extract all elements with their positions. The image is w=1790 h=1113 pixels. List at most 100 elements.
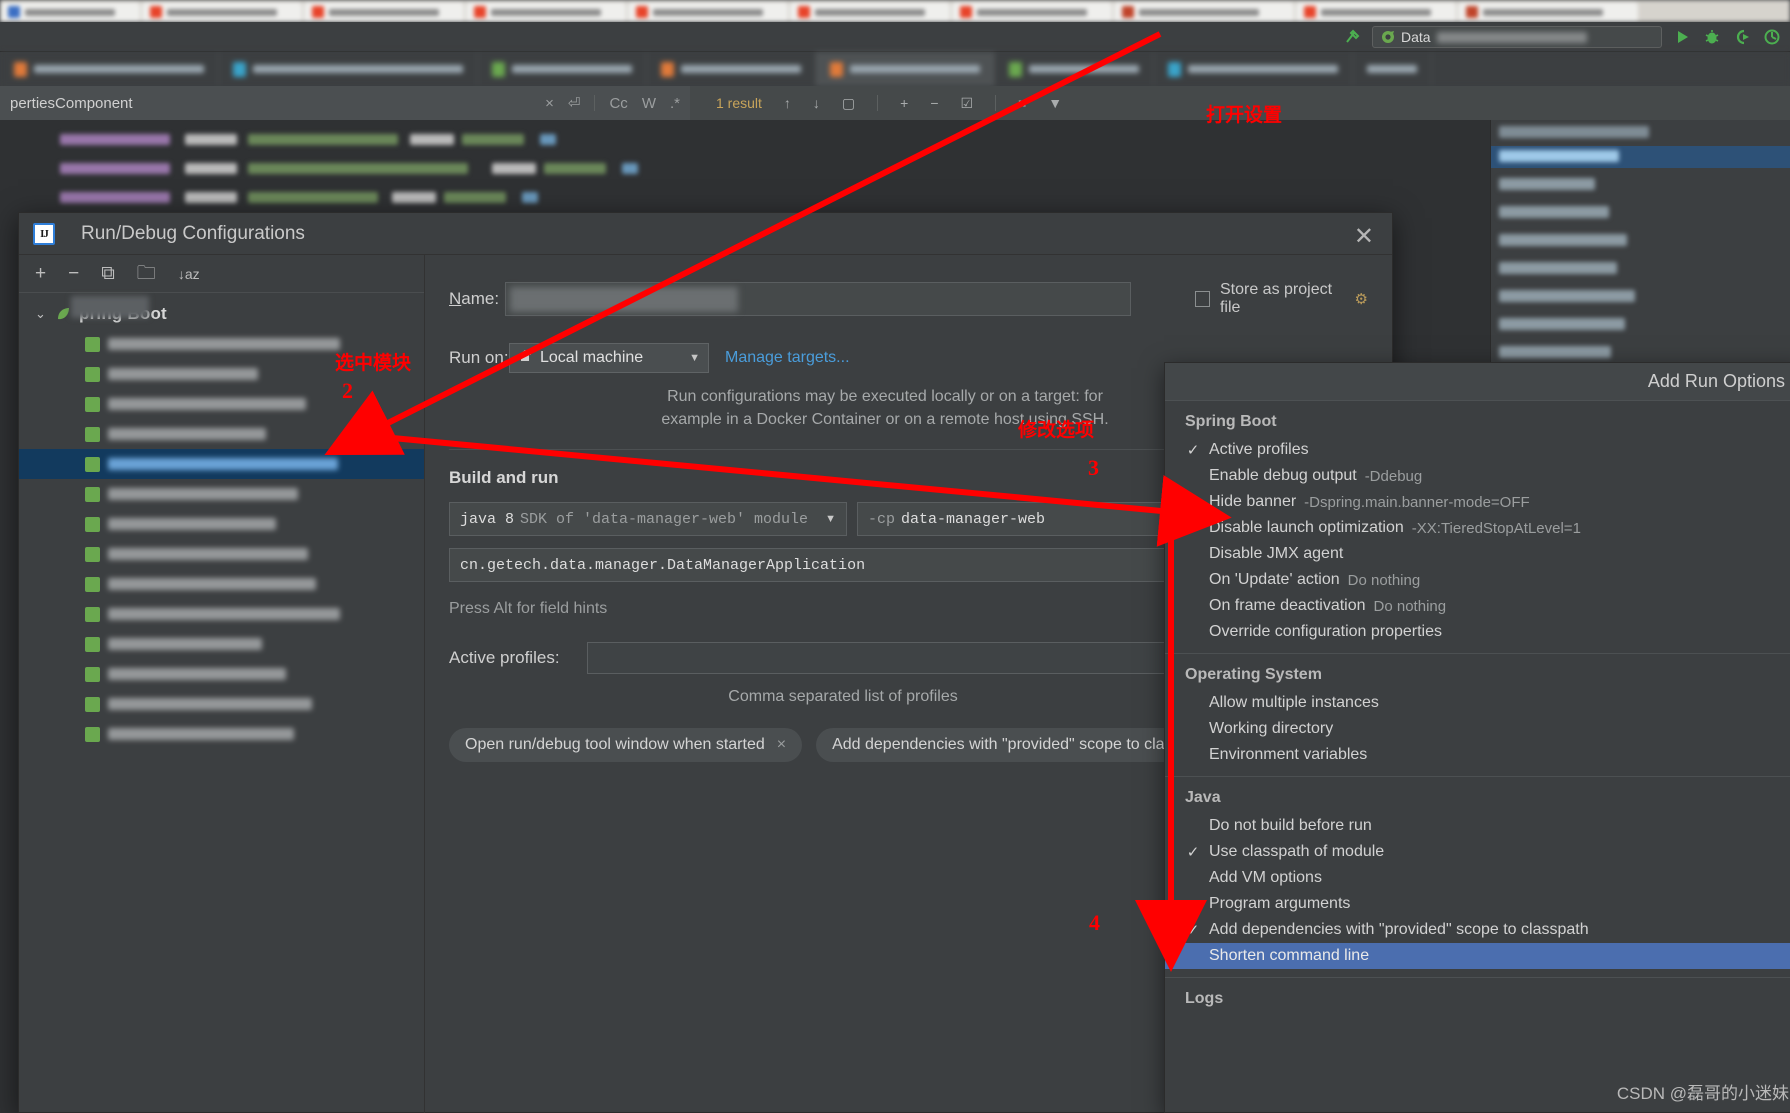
tree-item[interactable] (19, 599, 424, 629)
editor-tab[interactable] (0, 52, 219, 86)
menu-item-active-profiles[interactable]: ✓ Active profiles (1165, 437, 1790, 463)
name-input[interactable] (504, 282, 1132, 316)
menu-item-shorten-command-line[interactable]: Shorten command line (1165, 943, 1790, 969)
remove-configuration-icon[interactable]: − (68, 264, 79, 283)
menu-item-program-arguments[interactable]: Program arguments (1165, 891, 1790, 917)
editor-tab[interactable] (1353, 52, 1432, 86)
active-profiles-label: Active profiles: (449, 648, 560, 668)
editor-tab[interactable] (219, 52, 478, 86)
result-count: 1 result (716, 95, 762, 111)
run-on-select[interactable]: Local machine ▼ (509, 343, 709, 373)
editor-tab[interactable] (995, 52, 1154, 86)
tree-item[interactable] (19, 689, 424, 719)
browser-tab[interactable] (1458, 2, 1638, 22)
find-prev-icon[interactable]: ↑ (784, 95, 791, 111)
sort-configurations-icon[interactable]: ↓az (178, 267, 200, 281)
tree-item[interactable] (19, 509, 424, 539)
browser-tab[interactable] (1114, 2, 1294, 22)
tree-item[interactable] (19, 719, 424, 749)
manage-targets-link[interactable]: Manage targets... (725, 349, 850, 367)
tree-item[interactable] (19, 569, 424, 599)
build-hammer-icon[interactable] (1342, 27, 1362, 47)
menu-item-add-provided-dependencies[interactable]: ✓ Add dependencies with "provided" scope … (1165, 917, 1790, 943)
copy-configuration-icon[interactable]: ⧉ (101, 264, 115, 283)
sdk-select[interactable]: java 8 SDK of 'data-manager-web' module … (449, 502, 847, 537)
store-as-project-file-label: Store as project file (1219, 281, 1333, 316)
tree-item[interactable] (19, 389, 424, 419)
chip-open-run-debug-tool-window[interactable]: Open run/debug tool window when started … (449, 728, 803, 763)
menu-item-do-not-build-before-run[interactable]: Do not build before run (1165, 813, 1790, 839)
match-case-toggle[interactable]: Cc (609, 95, 627, 112)
browser-tab[interactable] (142, 2, 302, 22)
store-as-project-file-group[interactable]: Store as project file ⚙ (1195, 281, 1368, 317)
run-configuration-selector[interactable]: Data (1372, 26, 1662, 48)
profiler-icon[interactable] (1762, 27, 1782, 47)
tree-item[interactable] (19, 359, 424, 389)
browser-tab[interactable] (466, 2, 626, 22)
tree-item[interactable] (19, 329, 424, 359)
browser-tab[interactable] (952, 2, 1112, 22)
regex-toggle[interactable]: .* (670, 95, 680, 112)
chevron-down-icon[interactable]: ▼ (689, 352, 700, 364)
menu-item-label: Working directory (1209, 720, 1334, 737)
menu-item-disable-launch-optimization[interactable]: Disable launch optimization -XX:TieredSto… (1165, 515, 1790, 541)
popup-group-operating-system: Operating System Allow multiple instance… (1165, 654, 1790, 768)
tree-item[interactable] (19, 539, 424, 569)
menu-item-on-frame-deactivation[interactable]: On frame deactivation Do nothing (1165, 593, 1790, 619)
search-history-icon[interactable]: ⏎ (568, 94, 581, 112)
menu-item-on-update-action[interactable]: On 'Update' action Do nothing (1165, 567, 1790, 593)
tree-item-selected[interactable] (19, 449, 424, 479)
run-with-coverage-icon[interactable] (1732, 27, 1752, 47)
store-as-project-file-checkbox[interactable] (1195, 291, 1210, 307)
clear-search-icon[interactable]: × (545, 95, 554, 112)
add-configuration-icon[interactable]: + (35, 264, 46, 283)
menu-item-override-configuration-properties[interactable]: Override configuration properties (1165, 619, 1790, 645)
menu-item-hide-banner[interactable]: Hide banner -Dspring.main.banner-mode=OFF (1165, 489, 1790, 515)
editor-tab[interactable] (1154, 52, 1353, 86)
chevron-down-icon[interactable]: ⌄ (35, 306, 49, 322)
run-icon[interactable] (1672, 27, 1692, 47)
editor-tab[interactable] (478, 52, 647, 86)
tree-item[interactable] (19, 629, 424, 659)
group-label: Java (1185, 789, 1221, 806)
menu-item-working-directory[interactable]: Working directory (1165, 716, 1790, 742)
gear-icon[interactable]: ⚙ (1355, 290, 1368, 308)
spring-boot-leaf-icon (85, 336, 100, 352)
search-input[interactable]: pertiesComponent × ⏎ Cc W .* (0, 86, 690, 120)
check-selection-icon[interactable]: ☑ (961, 95, 974, 112)
close-icon[interactable]: × (777, 736, 786, 754)
menu-item-enable-debug-output[interactable]: Enable debug output -Ddebug (1165, 463, 1790, 489)
screenshot-root: Data pertiesComponent × ⏎ Cc W .* 1 resu… (0, 0, 1790, 1113)
new-folder-icon[interactable]: 🗀 (137, 264, 156, 283)
browser-tab[interactable] (628, 2, 788, 22)
add-selection-icon[interactable]: + (900, 95, 908, 111)
browser-tab[interactable] (1296, 2, 1456, 22)
run-on-label: Run on: (449, 348, 509, 367)
tree-item[interactable] (19, 419, 424, 449)
toolbar-right-group: Data (1342, 22, 1782, 52)
tree-group-spring-boot[interactable]: ⌄ pring Boot (19, 296, 424, 329)
menu-item-add-vm-options[interactable]: Add VM options (1165, 865, 1790, 891)
popup-header: Add Run Options (1165, 363, 1790, 401)
debug-icon[interactable] (1702, 27, 1722, 47)
select-all-occurrences-icon[interactable]: ▢ (842, 95, 855, 112)
menu-item-disable-jmx-agent[interactable]: Disable JMX agent (1165, 541, 1790, 567)
tree-item[interactable] (19, 479, 424, 509)
menu-item-use-classpath-of-module[interactable]: ✓ Use classpath of module (1165, 839, 1790, 865)
tree-item[interactable] (19, 659, 424, 689)
browser-tab[interactable] (790, 2, 950, 22)
menu-item-allow-multiple-instances[interactable]: Allow multiple instances (1165, 690, 1790, 716)
editor-tab[interactable] (647, 52, 816, 86)
editor-tab-active[interactable] (816, 52, 995, 86)
chevron-down-icon[interactable]: ▼ (825, 513, 836, 525)
filter-icon[interactable]: ▼ (1048, 95, 1062, 111)
find-next-icon[interactable]: ↓ (813, 95, 820, 111)
browser-tab[interactable] (0, 2, 140, 22)
configurations-tree: ⌄ pring Boot (19, 293, 424, 749)
close-icon[interactable]: ✕ (1354, 225, 1374, 249)
browser-tab[interactable] (304, 2, 464, 22)
indent-icon[interactable]: ≡ (1018, 95, 1026, 111)
menu-item-environment-variables[interactable]: Environment variables (1165, 742, 1790, 768)
words-toggle[interactable]: W (642, 95, 656, 112)
remove-selection-icon[interactable]: − (930, 95, 938, 111)
